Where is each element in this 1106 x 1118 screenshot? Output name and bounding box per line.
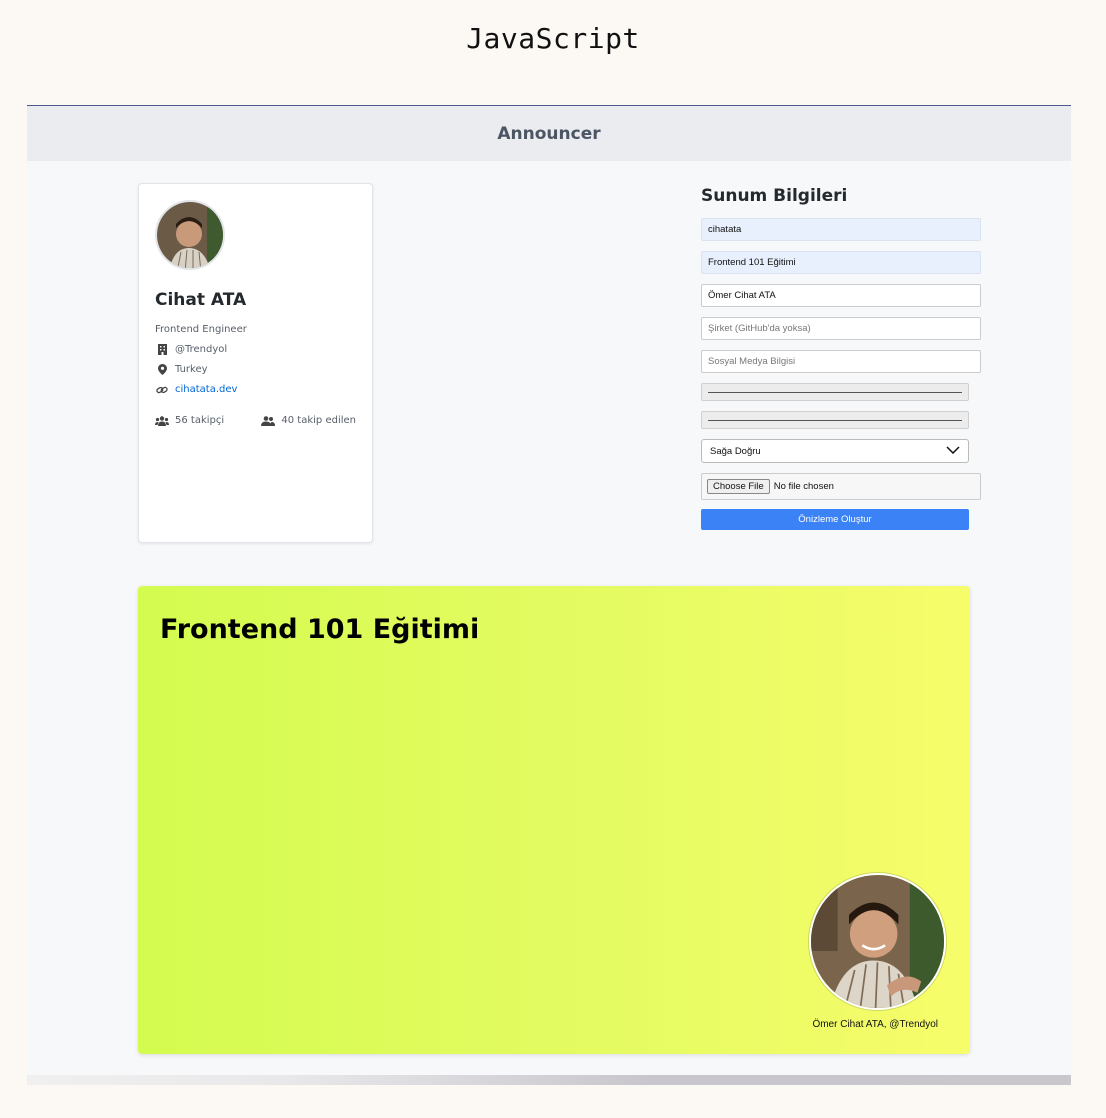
following-stat[interactable]: 40 takip edilen <box>261 415 356 426</box>
preview-avatar <box>809 873 946 1010</box>
horizontal-scrollbar[interactable] <box>27 1075 1071 1085</box>
following-text: 40 takip edilen <box>281 415 356 426</box>
followers-icon <box>155 415 169 426</box>
app-window: Announcer Cihat ATA Frontend Engineer @T… <box>27 105 1071 1085</box>
color-picker-start[interactable] <box>701 383 969 401</box>
building-icon <box>155 344 169 355</box>
talk-title-input[interactable] <box>701 251 981 274</box>
preview-card: Frontend 101 Eğitimi Ömer Cihat ATA, @Tr… <box>138 586 970 1054</box>
color-picker-end[interactable] <box>701 411 969 429</box>
profile-name: Cihat ATA <box>155 290 247 310</box>
username-input[interactable] <box>701 218 981 241</box>
page-heading: JavaScript <box>466 22 640 55</box>
location-pin-icon <box>155 364 169 375</box>
app-title: Announcer <box>497 123 601 144</box>
direction-select[interactable]: Sağa Doğru <box>701 439 969 463</box>
following-icon <box>261 415 276 426</box>
preview-title: Frontend 101 Eğitimi <box>160 614 480 645</box>
preview-caption: Ömer Cihat ATA, @Trendyol <box>812 1019 938 1030</box>
fullname-input[interactable] <box>701 284 981 307</box>
profile-website: cihatata.dev <box>155 384 356 395</box>
company-text: @Trendyol <box>175 344 228 355</box>
social-media-input[interactable] <box>701 350 981 373</box>
image-file-input: Choose File No file chosen <box>701 473 981 500</box>
followers-stat[interactable]: 56 takipçi <box>155 415 224 426</box>
create-preview-button[interactable]: Önizleme Oluştur <box>701 509 969 530</box>
direction-selected-value: Sağa Doğru <box>710 445 761 457</box>
company-input[interactable] <box>701 317 981 340</box>
follow-stats: 56 takipçi 40 takip edilen <box>155 415 356 426</box>
presentation-form: Sunum Bilgileri Sağa Doğru Choose File N… <box>701 186 983 530</box>
profile-job-title: Frontend Engineer <box>155 324 247 335</box>
website-link[interactable]: cihatata.dev <box>175 384 237 395</box>
chevron-down-icon <box>946 445 960 457</box>
location-text: Turkey <box>175 364 208 375</box>
app-header: Announcer <box>27 106 1071 161</box>
profile-card: Cihat ATA Frontend Engineer @Trendyol Tu… <box>138 183 373 543</box>
form-title: Sunum Bilgileri <box>701 186 848 206</box>
choose-file-button[interactable]: Choose File <box>707 479 770 494</box>
file-status: No file chosen <box>773 481 834 492</box>
profile-location: Turkey <box>155 364 356 375</box>
link-icon <box>155 385 169 395</box>
avatar <box>155 200 225 270</box>
profile-company: @Trendyol <box>155 344 356 355</box>
followers-text: 56 takipçi <box>175 415 225 426</box>
